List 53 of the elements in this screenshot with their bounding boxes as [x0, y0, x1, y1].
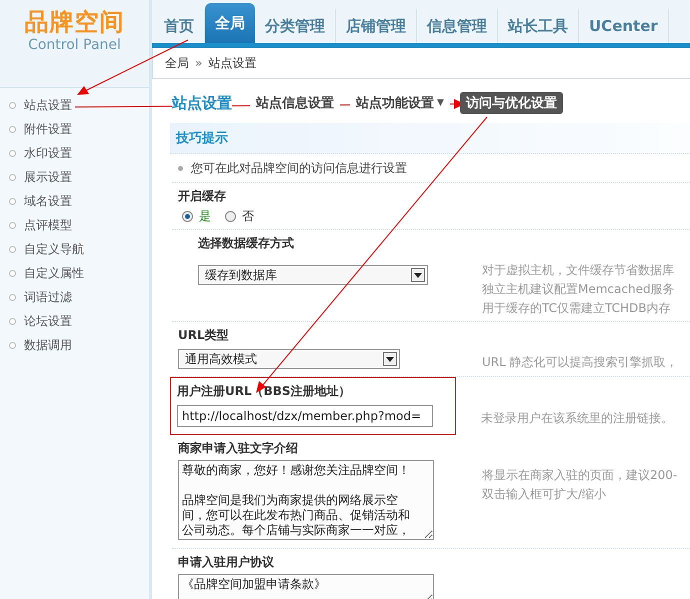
logo-subtitle: Control Panel [28, 36, 121, 54]
setting-label: 选择数据缓存方式 [197, 234, 295, 252]
help-text: 独立主机建议配置Memcached服务 [482, 281, 675, 298]
sidebar-item[interactable]: 域名设置 [24, 192, 72, 210]
tips-title: 技巧提示 [176, 130, 228, 147]
setting-label: 申请入驻用户协议 [178, 554, 275, 570]
setting-label: 商家申请入驻文字介绍 [178, 440, 299, 456]
sidebar-item[interactable]: 数据调用 [24, 336, 72, 354]
bullet-icon [9, 270, 16, 276]
bullet-icon [9, 126, 16, 132]
bullet-icon [9, 342, 16, 348]
sidebar-item[interactable]: 展示设置 [24, 168, 72, 186]
help-text: URL 静态化可以提高搜索引擎抓取， [482, 354, 678, 371]
radio-label[interactable]: 是 [199, 208, 211, 224]
select-field[interactable]: 缓存到数据库 [198, 265, 428, 285]
bullet-icon [178, 166, 183, 170]
sidebar-item[interactable]: 点评模型 [24, 216, 72, 234]
sidebar-item[interactable]: 站点设置 [24, 96, 72, 114]
sidebar-item[interactable]: 自定义导航 [24, 240, 84, 258]
sub-tab[interactable]: 访问与优化设置 [460, 92, 563, 114]
logo-title: 品牌空间 [24, 8, 124, 36]
help-text: 双击输入框可扩大/缩小 [482, 486, 608, 503]
radio-button[interactable] [225, 210, 236, 222]
sidebar-item[interactable]: 附件设置 [24, 120, 72, 138]
input-field[interactable]: http://localhost/dzx/member.php?mod= [177, 405, 433, 427]
setting-label: URL类型 [178, 326, 230, 344]
help-text: 将显示在商家入驻的页面，建议200- [482, 467, 678, 484]
setting-label: 开启缓存 [178, 188, 227, 204]
sidebar-item[interactable]: 词语过滤 [24, 288, 72, 306]
sidebar-item[interactable]: 水印设置 [24, 144, 72, 162]
bullet-icon [9, 174, 16, 180]
tip-text: 您可在此对品牌空间的访问信息进行设置 [191, 160, 407, 176]
select-field[interactable]: 通用高效模式 [178, 349, 400, 369]
sidebar-item[interactable]: 自定义属性 [24, 264, 84, 282]
breadcrumb-separator: » [195, 56, 202, 70]
help-text: 用于缓存的TC仅需建立TCHDB内存 [482, 300, 672, 317]
bullet-icon [9, 102, 16, 108]
bullet-icon [9, 318, 16, 324]
text-area[interactable]: 《品牌空间加盟申请条款》 [178, 574, 434, 599]
bullet-icon [9, 246, 16, 252]
text-area[interactable]: 尊敬的商家，您好！感谢您关注品牌空间！ 品牌空间是我们为商家提供的网络展示空间，您可以在此发布热门商品、促销活动和公司动态。每个店铺与实际商家一一对应， [178, 460, 434, 540]
help-text: 未登录用户在该系统里的注册链接。 [481, 410, 673, 427]
nav-tab[interactable]: 全局 [205, 3, 255, 43]
bullet-icon [9, 294, 16, 300]
sidebar-item[interactable]: 论坛设置 [24, 312, 72, 330]
help-text: 对于虚拟主机，文件缓存节省数据库 [482, 262, 675, 279]
radio-label[interactable]: 否 [242, 208, 254, 224]
bullet-icon [9, 222, 16, 228]
bullet-icon [9, 198, 16, 204]
breadcrumb-item[interactable]: 全局 [165, 54, 189, 72]
bullet-icon [9, 150, 16, 156]
breadcrumb-item[interactable]: 站点设置 [208, 54, 256, 72]
radio-button[interactable] [182, 210, 193, 222]
